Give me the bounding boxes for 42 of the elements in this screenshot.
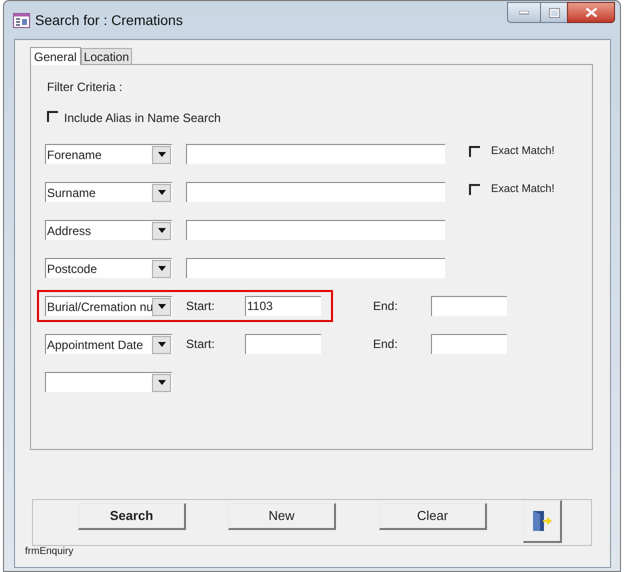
door-exit-icon	[532, 510, 552, 532]
input-field[interactable]	[186, 258, 445, 278]
input-field[interactable]: 1103	[245, 296, 321, 316]
checkbox[interactable]	[469, 146, 480, 156]
close-icon	[584, 7, 598, 18]
checkbox[interactable]	[469, 184, 480, 194]
input-field[interactable]	[186, 182, 445, 202]
tab[interactable]: Location	[80, 48, 132, 64]
button[interactable]: New	[228, 503, 336, 530]
section-label: Filter Criteria :	[47, 80, 124, 94]
checkbox-label: Exact Match!	[491, 144, 555, 159]
checkbox-label: Include Alias in Name Search	[64, 110, 221, 127]
dropdown[interactable]	[45, 372, 172, 392]
dropdown[interactable]: Forename	[45, 144, 172, 164]
input-field[interactable]	[431, 296, 507, 316]
form-icon	[13, 12, 30, 28]
field-label: End:	[373, 336, 399, 353]
exit-button[interactable]	[523, 500, 562, 543]
checkbox-label: Exact Match!	[491, 182, 555, 197]
button[interactable]: Clear	[379, 503, 487, 530]
close-button[interactable]	[567, 2, 615, 23]
tab[interactable]: General	[30, 47, 81, 65]
button[interactable]: Search	[78, 503, 186, 530]
window-title: Search for : Cremations	[35, 10, 183, 30]
minimize-icon	[519, 10, 529, 14]
dropdown[interactable]: Appointment Date	[45, 334, 172, 354]
dropdown[interactable]: Surname	[45, 182, 172, 202]
maximize-button[interactable]	[541, 2, 567, 23]
checkbox[interactable]	[47, 111, 58, 122]
input-field[interactable]	[245, 334, 321, 354]
dropdown[interactable]: Burial/Cremation nu	[45, 296, 172, 316]
minimize-button[interactable]	[507, 2, 541, 23]
field-label: End:	[373, 298, 399, 315]
field-label: Start:	[186, 298, 216, 315]
dropdown[interactable]: Postcode	[45, 258, 172, 278]
form-name: frmEnquiry	[25, 546, 74, 558]
input-field[interactable]	[186, 144, 445, 164]
field-label: Start:	[186, 336, 216, 353]
maximize-icon	[548, 8, 560, 18]
dropdown[interactable]: Address	[45, 220, 172, 240]
input-field[interactable]	[186, 220, 445, 240]
input-field[interactable]	[431, 334, 507, 354]
